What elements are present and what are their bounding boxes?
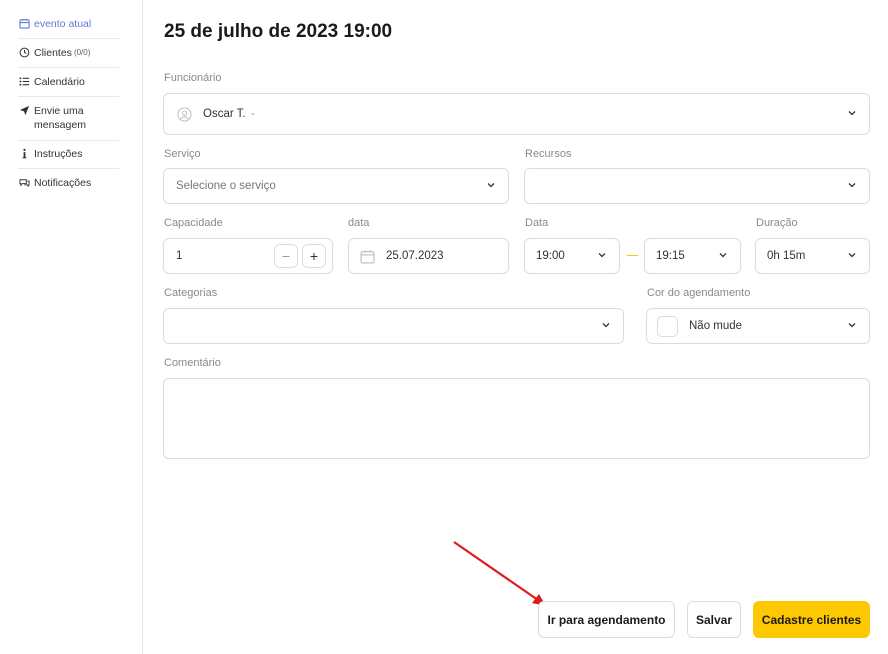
start-time-value: 19:00 [536,250,565,262]
capacity-value[interactable]: 1 [176,250,182,262]
chevron-down-icon [597,250,607,260]
send-icon [18,104,30,116]
end-time-select[interactable]: 19:15 [644,238,741,274]
sidebar-item-current-event[interactable]: evento atual [18,17,119,39]
employee-label: Funcionário [164,72,222,84]
date-input[interactable]: 25.07.2023 [348,238,509,274]
resources-select[interactable] [524,168,870,204]
calendar-icon [360,249,375,264]
list-icon [18,75,30,87]
resources-label: Recursos [525,148,572,160]
plus-icon: + [309,248,319,264]
sidebar-item-label: Envie uma mensagem [34,105,86,131]
minus-icon: − [281,248,291,264]
sidebar-item-label: Clientes [34,47,72,59]
comment-textarea[interactable] [163,378,870,459]
start-time-select[interactable]: 19:00 [524,238,620,274]
date-value: 25.07.2023 [386,250,444,262]
sidebar-item-calendar[interactable]: Calendário [18,75,119,97]
clients-count-badge: (0/0) [73,48,91,57]
sidebar-item-label: Notificações [34,177,92,189]
chevron-down-icon [718,250,728,260]
sidebar-item-instructions[interactable]: Instruções [18,147,119,169]
employee-value: Oscar T. [203,108,246,120]
date-label: data [348,217,370,229]
decrement-button[interactable]: − [274,244,298,268]
service-label: Serviço [164,148,201,160]
categories-label: Categorias [164,287,218,299]
register-clients-button[interactable]: Cadastre clientes [753,601,870,638]
color-select[interactable]: Não mude [646,308,870,344]
chevron-down-icon [847,320,857,330]
time-label: Data [525,217,549,229]
calendar-icon [18,17,30,29]
employee-suffix: - [251,108,255,120]
time-range-separator [627,255,638,256]
sidebar-item-label: Instruções [34,148,83,160]
sidebar-item-clients[interactable]: Clientes (0/0) [18,46,119,68]
duration-value: 0h 15m [767,250,806,262]
sidebar: evento atual Clientes (0/0) Calendário E… [0,0,143,654]
capacity-stepper: 1 − + [163,238,333,274]
increment-button[interactable]: + [302,244,326,268]
info-icon [18,147,30,159]
sidebar-item-label: evento atual [34,18,92,30]
user-icon [177,107,192,122]
color-swatch [657,316,678,337]
sidebar-item-notifications[interactable]: Notificações [18,176,119,197]
duration-select[interactable]: 0h 15m [755,238,870,274]
employee-select[interactable]: Oscar T. - [163,93,870,135]
go-to-booking-button[interactable]: Ir para agendamento [538,601,675,638]
comment-label: Comentário [164,357,221,369]
capacity-label: Capacidade [164,217,223,229]
color-label: Cor do agendamento [647,287,751,299]
clock-icon [18,46,30,58]
chevron-down-icon [847,180,857,190]
save-button[interactable]: Salvar [687,601,741,638]
service-placeholder: Selecione o serviço [176,180,276,192]
sidebar-item-send-message[interactable]: Envie uma mensagem [18,104,119,141]
duration-label: Duração [756,217,798,229]
chat-icon [18,176,30,188]
chevron-down-icon [847,250,857,260]
color-value: Não mude [689,320,743,332]
chevron-down-icon [486,180,496,190]
chevron-down-icon [847,108,857,118]
end-time-value: 19:15 [656,250,685,262]
service-select[interactable]: Selecione o serviço [163,168,509,204]
page-title: 25 de julho de 2023 19:00 [164,21,393,42]
categories-select[interactable] [163,308,624,344]
chevron-down-icon [601,320,611,330]
sidebar-item-label: Calendário [34,76,85,88]
